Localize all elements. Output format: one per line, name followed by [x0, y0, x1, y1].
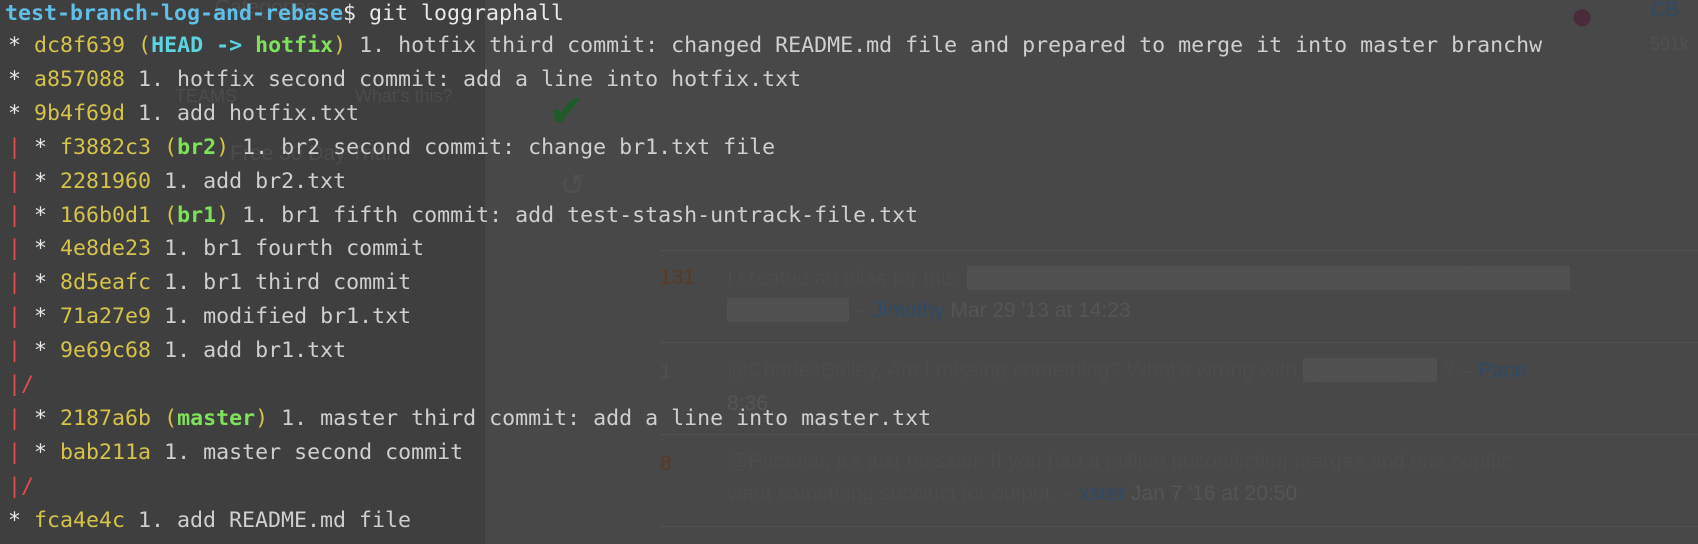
graph-node: * [21, 338, 61, 364]
ref-paren: ( [164, 134, 178, 160]
terminal-window[interactable]: test-branch-log-and-rebase$ git loggraph… [0, 0, 1698, 544]
commit-row: * fca4e4c 1. add README.md file [8, 505, 411, 539]
commit-hash: 9b4f69d [34, 100, 126, 126]
commit-hash: 71a27e9 [60, 304, 152, 330]
graph-node: * [21, 304, 61, 330]
commit-message: 1. br2 second commit: change br1.txt fil… [242, 134, 776, 160]
graph-merge-line: |/ [8, 471, 34, 505]
commit-message: 1. add hotfix.txt [138, 100, 360, 126]
commit-hash: fca4e4c [34, 507, 126, 533]
prompt-directory: test-branch-log-and-rebase [5, 1, 344, 26]
commit-message: 1. master third commit: add a line into … [281, 405, 932, 431]
graph-node: * [21, 134, 61, 160]
commit-hash: dc8f639 [34, 33, 126, 58]
branch-ref: br1 [177, 202, 217, 228]
commit-message: 1. br1 fourth commit [164, 236, 425, 262]
commit-row: | * bab211a 1. master second commit [8, 437, 463, 471]
prompt-symbol: $ [343, 1, 357, 26]
branch-ref: hotfix [255, 33, 334, 58]
graph-merge-line: |/ [8, 369, 34, 403]
graph-node: * [8, 507, 35, 533]
branch-ref: br2 [177, 134, 217, 160]
graph-node: * [8, 100, 35, 126]
commit-hash: 2187a6b [60, 405, 152, 431]
branch-ref: master [177, 405, 256, 431]
commit-message: 1. hotfix third commit: changed README.m… [359, 33, 1543, 58]
commit-row: | * 9e69c68 1. add br1.txt [8, 335, 346, 369]
commit-row: | * 166b0d1 (br1) 1. br1 fifth commit: a… [8, 200, 918, 234]
graph-edge: | [8, 405, 22, 431]
graph-edge: | [8, 338, 22, 364]
commit-row: | * 4e8de23 1. br1 fourth commit [8, 233, 424, 267]
commit-hash: a857088 [34, 66, 126, 92]
graph-edge: | [8, 168, 22, 194]
commit-message: 1. add br2.txt [164, 168, 347, 194]
commit-row: | * 8d5eafc 1. br1 third commit [8, 267, 411, 301]
graph-edge: | [8, 439, 22, 465]
commit-message: 1. master second commit [164, 439, 464, 465]
graph-node: * [8, 33, 35, 58]
commit-message: 1. br1 third commit [164, 270, 412, 296]
graph-node: * [21, 202, 61, 228]
graph-edge: | [8, 236, 22, 262]
commit-message: 1. br1 fifth commit: add test-stash-untr… [242, 202, 919, 228]
commit-message: 1. add README.md file [138, 507, 412, 533]
graph-edge: |/ [8, 372, 35, 397]
ref-paren: ) [255, 405, 269, 431]
graph-edge: | [8, 134, 22, 160]
graph-edge: | [8, 202, 22, 228]
prompt-command: git loggraphall [369, 1, 565, 26]
prompt-line: test-branch-log-and-rebase$ git loggraph… [5, 0, 564, 32]
commit-row: | * 71a27e9 1. modified br1.txt [8, 301, 411, 335]
graph-node: * [21, 405, 61, 431]
commit-hash: 4e8de23 [60, 236, 152, 262]
graph-node: * [8, 66, 35, 92]
ref-paren: ) [216, 202, 230, 228]
commit-hash: 9e69c68 [60, 338, 152, 364]
head-ref: HEAD -> [151, 33, 256, 58]
graph-node: * [21, 236, 61, 262]
commit-hash: 166b0d1 [60, 202, 152, 228]
commit-hash: 2281960 [60, 168, 152, 194]
ref-paren: ) [333, 33, 347, 58]
ref-paren: ( [164, 202, 178, 228]
graph-edge: | [8, 304, 22, 330]
commit-row: | * 2187a6b (master) 1. master third com… [8, 403, 931, 437]
commit-message: 1. hotfix second commit: add a line into… [138, 66, 802, 92]
commit-message: 1. modified br1.txt [164, 304, 412, 330]
commit-row: * 9b4f69d 1. add hotfix.txt [8, 98, 359, 132]
commit-row: | * 2281960 1. add br2.txt [8, 166, 346, 200]
commit-message: 1. add br1.txt [164, 338, 347, 364]
ref-paren: ( [138, 33, 152, 58]
graph-edge: | [8, 270, 22, 296]
graph-node: * [21, 270, 61, 296]
commit-row: * a857088 1. hotfix second commit: add a… [8, 64, 801, 98]
commit-row: * dc8f639 (HEAD -> hotfix) 1. hotfix thi… [8, 30, 1542, 64]
graph-edge: |/ [8, 473, 35, 499]
ref-paren: ( [164, 405, 178, 431]
commit-hash: 8d5eafc [60, 270, 152, 296]
commit-hash: bab211a [60, 439, 152, 465]
graph-node: * [21, 439, 61, 465]
ref-paren: ) [216, 134, 230, 160]
graph-node: * [21, 168, 61, 194]
commit-hash: f3882c3 [60, 134, 152, 160]
commit-row: | * f3882c3 (br2) 1. br2 second commit: … [8, 132, 775, 166]
